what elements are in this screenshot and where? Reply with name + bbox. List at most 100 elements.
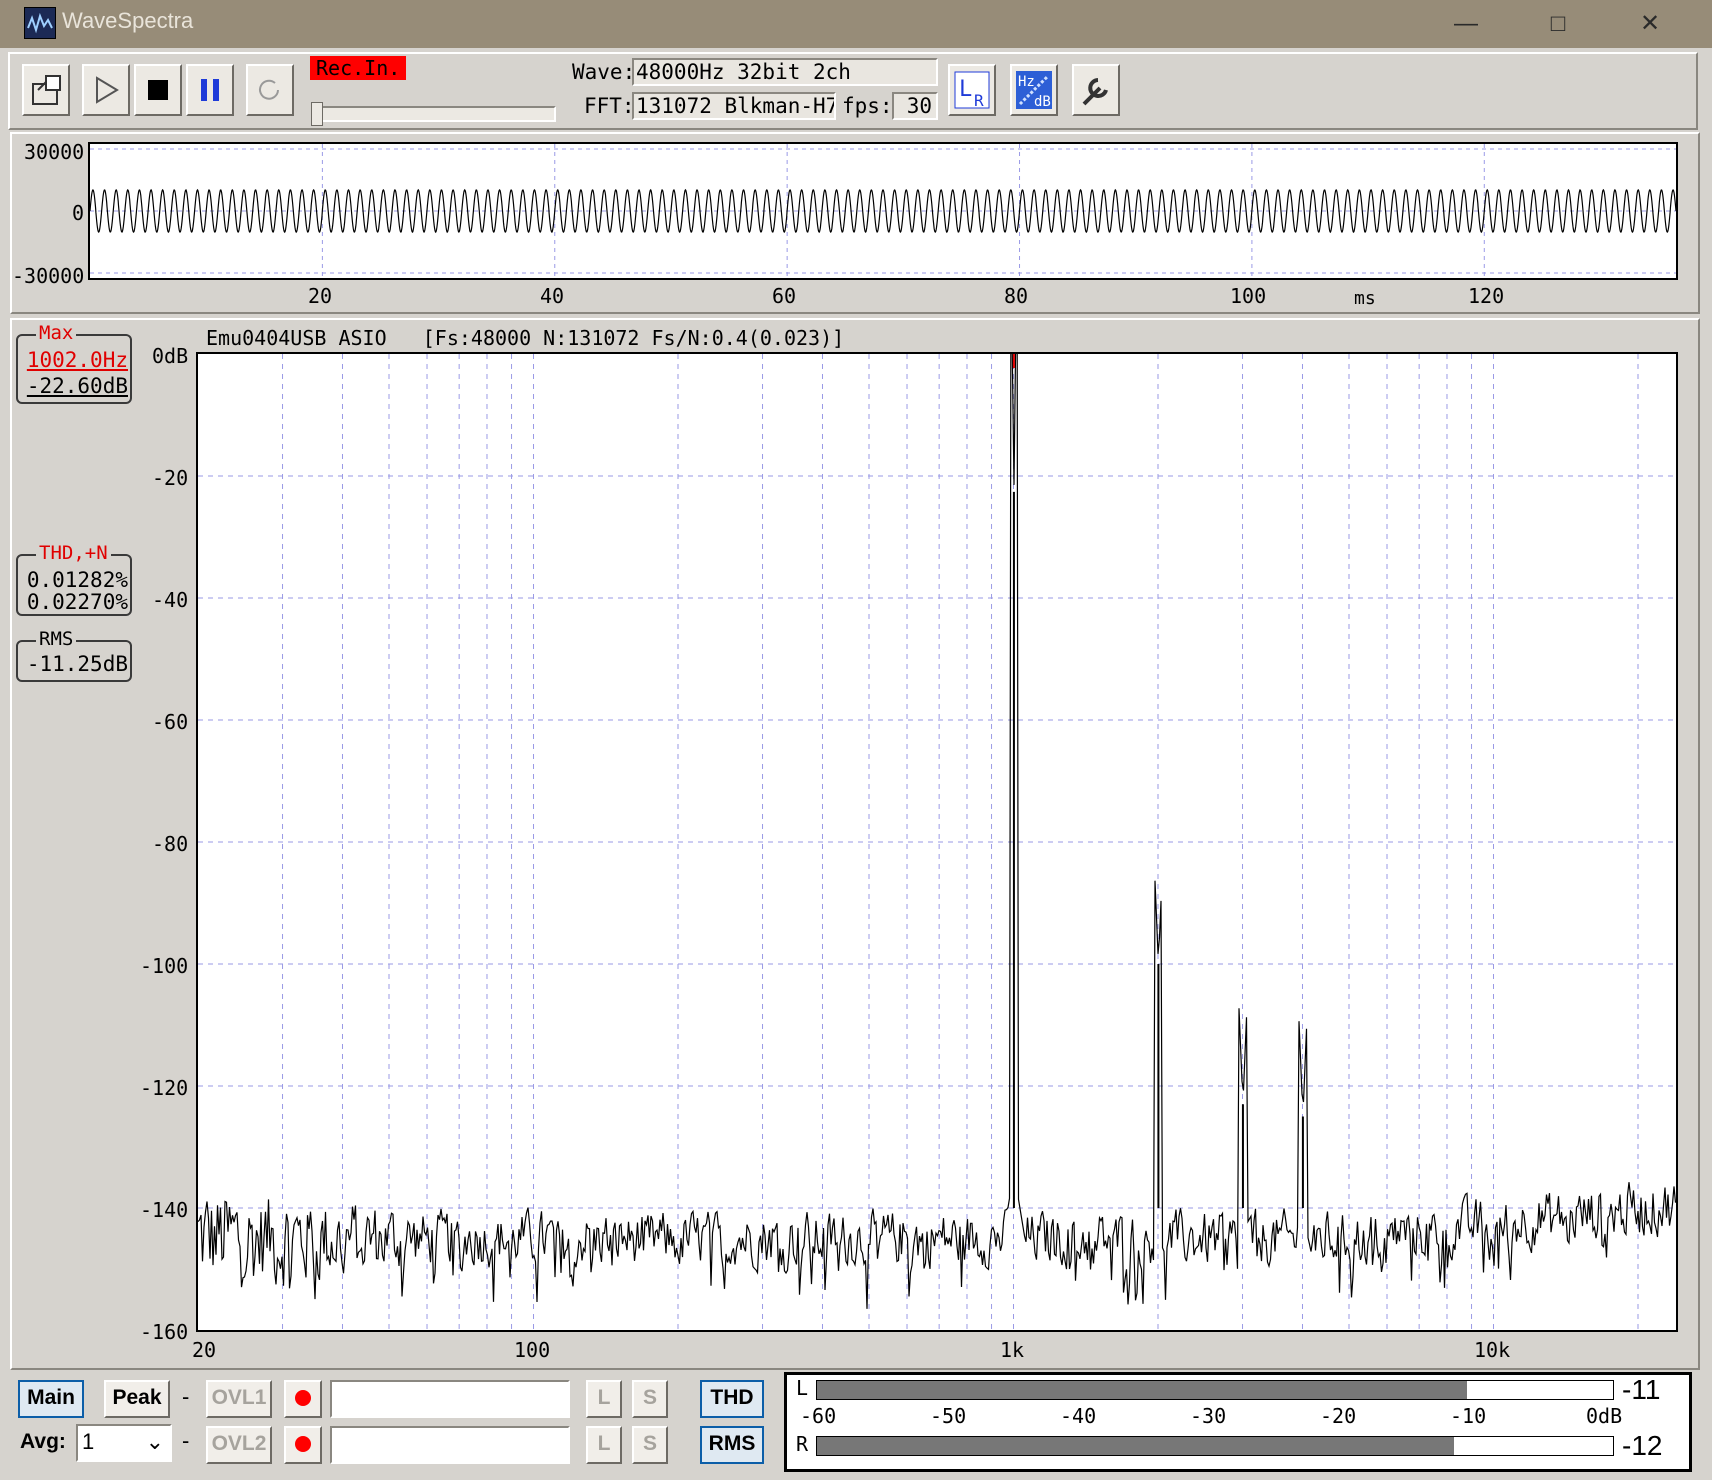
wave-x-tick: 80 — [1004, 284, 1029, 308]
hz-db-scale-button[interactable]: Hz dB — [1010, 64, 1058, 116]
record-dot-icon — [295, 1390, 311, 1406]
rms-title: RMS — [36, 628, 77, 650]
wave-x-tick: 60 — [772, 284, 797, 308]
max-title: Max — [36, 322, 77, 344]
spectrum-header: Emu0404USB ASIO [Fs:48000 N:131072 Fs/N:… — [206, 326, 845, 350]
meter-tick: -50 — [930, 1404, 967, 1428]
stop-button[interactable] — [134, 64, 182, 116]
thd-value: 0.01282% — [26, 568, 128, 592]
meter-tick: -10 — [1450, 1404, 1487, 1428]
main-button[interactable]: Main — [18, 1380, 84, 1418]
svg-text:Hz: Hz — [1018, 74, 1035, 90]
spec-y-tick: -80 — [152, 832, 189, 856]
spectrum-plot[interactable] — [196, 228, 1678, 1332]
overlay-1-load-button[interactable]: L — [586, 1380, 622, 1418]
close-button[interactable]: ✕ — [1604, 4, 1696, 44]
spectrum-svg — [197, 228, 1677, 1330]
meter-right-track — [816, 1436, 1614, 1456]
meter-left-value: -11 — [1622, 1374, 1661, 1405]
wave-y-tick-top: 30000 — [24, 140, 85, 164]
slider-thumb[interactable] — [311, 102, 323, 126]
wave-x-tick: 100 — [1230, 284, 1267, 308]
fft-settings-field[interactable]: 131072 Blkman-H7 — [632, 92, 836, 120]
overlay-2-save-button[interactable]: S — [632, 1426, 668, 1464]
average-select[interactable]: 1 ⌄ — [76, 1424, 172, 1462]
meter-left-label: L — [796, 1376, 809, 1400]
spec-y-tick: -140 — [140, 1198, 189, 1222]
loop-button[interactable] — [246, 64, 294, 116]
thdn-value: 0.02270% — [26, 590, 128, 614]
overlay-1-save-button[interactable]: S — [632, 1380, 668, 1418]
maximize-button[interactable]: □ — [1512, 4, 1604, 44]
meter-left-fill — [817, 1381, 1468, 1399]
rms-value: -11.25dB — [26, 652, 128, 676]
spectrum-trace — [197, 228, 1677, 1309]
overlay-2-name-field[interactable] — [330, 1426, 570, 1464]
meter-left-track — [816, 1380, 1614, 1400]
open-file-button[interactable] — [22, 64, 70, 116]
overlay-1-record-button[interactable] — [284, 1380, 322, 1418]
fps-label: fps: — [842, 94, 893, 118]
spec-x-tick: 10k — [1474, 1338, 1511, 1362]
meter-tick: -20 — [1320, 1404, 1357, 1428]
meter-tick: -60 — [800, 1404, 837, 1428]
wave-format-field[interactable]: 48000Hz 32bit 2ch — [632, 58, 938, 86]
wave-x-tick: 40 — [540, 284, 565, 308]
meter-right-label: R — [796, 1432, 809, 1456]
spec-x-tick: 100 — [514, 1338, 551, 1362]
pause-button[interactable] — [186, 64, 234, 116]
wave-label: Wave: — [572, 60, 636, 84]
overlay-1-button[interactable]: OVL1 — [206, 1380, 272, 1418]
lr-channel-button[interactable]: LR — [948, 64, 996, 116]
svg-text:R: R — [974, 91, 984, 110]
wave-x-tick: 120 — [1468, 284, 1505, 308]
rms-button[interactable]: RMS — [700, 1426, 764, 1464]
overlay-2-button[interactable]: OVL2 — [206, 1426, 272, 1464]
spec-y-tick: -40 — [152, 588, 189, 612]
fft-label: FFT: — [584, 94, 635, 118]
spec-y-unit-label: 0dB — [152, 344, 189, 368]
waveform-svg — [89, 144, 1677, 278]
spec-y-tick: -60 — [152, 710, 189, 734]
spec-x-tick: 20 — [192, 1338, 217, 1362]
spec-x-tick: 1k — [1000, 1338, 1025, 1362]
settings-wrench-button[interactable] — [1072, 64, 1120, 116]
input-level-slider[interactable] — [316, 106, 556, 122]
overlay-2-load-button[interactable]: L — [586, 1426, 622, 1464]
separator-dash: - — [182, 1428, 190, 1453]
svg-text:dB: dB — [1034, 94, 1051, 110]
meter-tick: -40 — [1060, 1404, 1097, 1428]
meter-right-value: -12 — [1622, 1430, 1663, 1461]
fps-field[interactable]: 30 — [892, 92, 938, 120]
spec-y-tick: -100 — [140, 954, 189, 978]
spec-y-tick: -20 — [152, 466, 189, 490]
thd-button[interactable]: THD — [700, 1380, 764, 1418]
meter-tick: -30 — [1190, 1404, 1227, 1428]
play-button[interactable] — [82, 64, 130, 116]
wave-y-tick-bottom: -30000 — [12, 264, 85, 288]
wave-x-tick: 20 — [308, 284, 333, 308]
overlay-2-record-button[interactable] — [284, 1426, 322, 1464]
app-icon — [24, 7, 56, 39]
record-dot-icon — [295, 1436, 311, 1452]
spec-y-tick: -120 — [140, 1076, 189, 1100]
chevron-down-icon: ⌄ — [145, 1429, 164, 1454]
peak-button[interactable]: Peak — [104, 1380, 170, 1418]
max-frequency: 1002.0Hz — [26, 348, 128, 372]
minimize-button[interactable]: — — [1420, 4, 1512, 44]
separator-dash: - — [182, 1384, 190, 1409]
thd-title: THD,+N — [36, 542, 111, 564]
overlay-1-name-field[interactable] — [330, 1380, 570, 1418]
wave-x-unit: ms — [1354, 288, 1376, 309]
wave-y-tick-zero: 0 — [72, 201, 85, 225]
average-value: 1 — [82, 1429, 95, 1454]
window-title: WaveSpectra — [62, 8, 194, 33]
spec-y-tick: -160 — [140, 1320, 189, 1344]
waveform-plot[interactable] — [88, 142, 1678, 280]
meter-right-fill — [817, 1437, 1454, 1455]
max-level: -22.60dB — [26, 374, 128, 398]
avg-label: Avg: — [20, 1430, 66, 1453]
svg-text:L: L — [959, 77, 972, 102]
rec-in-label[interactable]: Rec.In. — [310, 56, 407, 80]
meter-tick: 0dB — [1586, 1404, 1623, 1428]
